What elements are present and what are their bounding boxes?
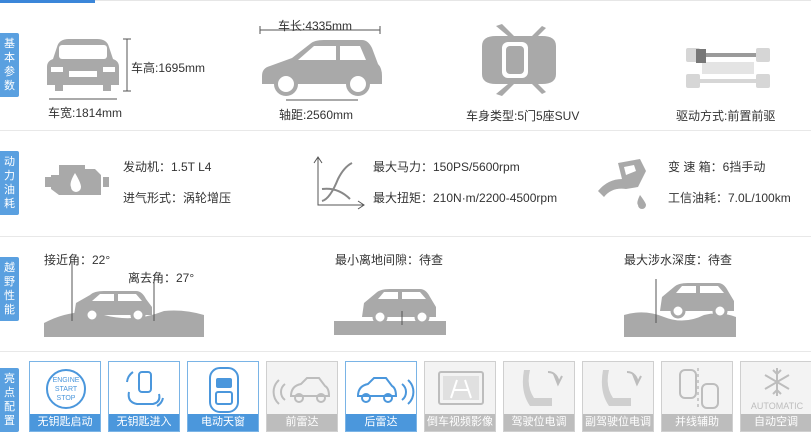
section-basic: 基本参数 车高:1695mm 车宽:1814mm 车长:4335mm 轴距:25… (0, 4, 811, 130)
feature-driver-seat[interactable]: 驾驶位电调 (503, 361, 575, 432)
car-length-label: 车长:4335mm (278, 19, 353, 33)
car-height-label: 车高:1695mm (131, 61, 206, 75)
active-tab-indicator (0, 0, 95, 3)
feature-sunroof[interactable]: 电动天窗 (187, 361, 259, 432)
keyless-entry-icon (126, 371, 164, 407)
fuel-consumption-label: 工信油耗：7.0L/100km (668, 191, 791, 205)
approach-terrain-icon (44, 261, 204, 337)
feature-label: 副驾驶位电调 (583, 414, 653, 431)
feature-front-radar[interactable]: 前雷达 (266, 361, 338, 432)
car-top-view-icon (482, 24, 556, 96)
car-width-label: 车宽:1814mm (48, 106, 123, 120)
car-body-type-label: 车身类型:5门5座SUV (466, 109, 580, 123)
car-wheelbase-label: 轴距:2560mm (279, 108, 354, 122)
clearance-terrain-icon (334, 289, 446, 335)
svg-text:START: START (55, 386, 78, 393)
reverse-camera-icon (438, 371, 484, 405)
feature-keyless-entry[interactable]: 无钥匙进入 (108, 361, 180, 432)
drivetrain-chassis-icon (686, 48, 770, 88)
svg-text:ENGINE: ENGINE (53, 377, 80, 384)
svg-text:AUTOMATIC: AUTOMATIC (751, 401, 804, 411)
engine-label: 发动机：1.5T L4 (123, 160, 212, 174)
section-tag-power: 动力油耗 (0, 151, 19, 215)
max-torque-label: 最大扭矩：210N·m/2200-4500rpm (373, 191, 558, 205)
feature-label: 无钥匙启动 (30, 414, 100, 431)
section-tag-features: 亮点配置 (0, 368, 19, 432)
gearbox-label: 变 速 箱：6挡手动 (668, 160, 766, 174)
feature-label: 自动空调 (741, 414, 811, 431)
svg-text:STOP: STOP (57, 395, 76, 402)
feature-passenger-seat[interactable]: 副驾驶位电调 (582, 361, 654, 432)
feature-label: 倒车视频影像 (425, 414, 495, 431)
approach-angle-label: 接近角：22° (44, 253, 111, 267)
feature-reverse-camera[interactable]: 倒车视频影像 (424, 361, 496, 432)
feature-label: 后雷达 (346, 414, 416, 431)
feature-auto-ac[interactable]: AUTOMATIC 自动空调 (740, 361, 811, 432)
auto-ac-icon: AUTOMATIC (751, 368, 804, 411)
driver-seat-icon (522, 370, 563, 406)
section-tag-offroad: 越野性能 (0, 257, 19, 321)
engine-start-stop-icon: ENGINE START STOP (46, 369, 86, 409)
section-offroad: 越野性能 接近角：22° 离去角：27° 最小离地间隙：待查 最大涉水深度：待查 (0, 236, 811, 351)
section-tag-basic: 基本参数 (0, 33, 19, 97)
feature-label: 驾驶位电调 (504, 414, 574, 431)
drive-type-label: 驱动方式:前置前驱 (676, 109, 776, 123)
intake-label: 进气形式：涡轮增压 (123, 191, 232, 205)
ground-clearance-label: 最小离地间隙：待查 (335, 253, 444, 267)
feature-keyless-start[interactable]: ENGINE START STOP 无钥匙启动 (29, 361, 101, 432)
rear-radar-icon (356, 377, 415, 405)
feature-label: 电动天窗 (188, 414, 258, 431)
sunroof-icon (209, 367, 239, 413)
passenger-seat-icon (601, 370, 642, 406)
feature-rear-radar[interactable]: 后雷达 (345, 361, 417, 432)
feature-lane-assist[interactable]: 并线辅助 (661, 361, 733, 432)
wading-terrain-icon (624, 279, 736, 337)
max-power-label: 最大马力：150PS/5600rpm (373, 160, 520, 174)
car-front-view-icon (47, 38, 131, 100)
engine-icon (45, 165, 109, 195)
top-divider (0, 0, 811, 3)
wading-depth-label: 最大涉水深度：待查 (624, 253, 733, 267)
section-power: 动力油耗 发动机：1.5T L4 进气形式：涡轮增压 最大马力：150PS/56… (0, 130, 811, 236)
front-radar-icon (272, 377, 331, 405)
feature-label: 无钥匙进入 (109, 414, 179, 431)
fuel-nozzle-icon (598, 159, 646, 209)
power-curve-icon (313, 156, 365, 210)
feature-label: 并线辅助 (662, 414, 732, 431)
feature-label: 前雷达 (267, 414, 337, 431)
lane-assist-icon (679, 368, 719, 410)
